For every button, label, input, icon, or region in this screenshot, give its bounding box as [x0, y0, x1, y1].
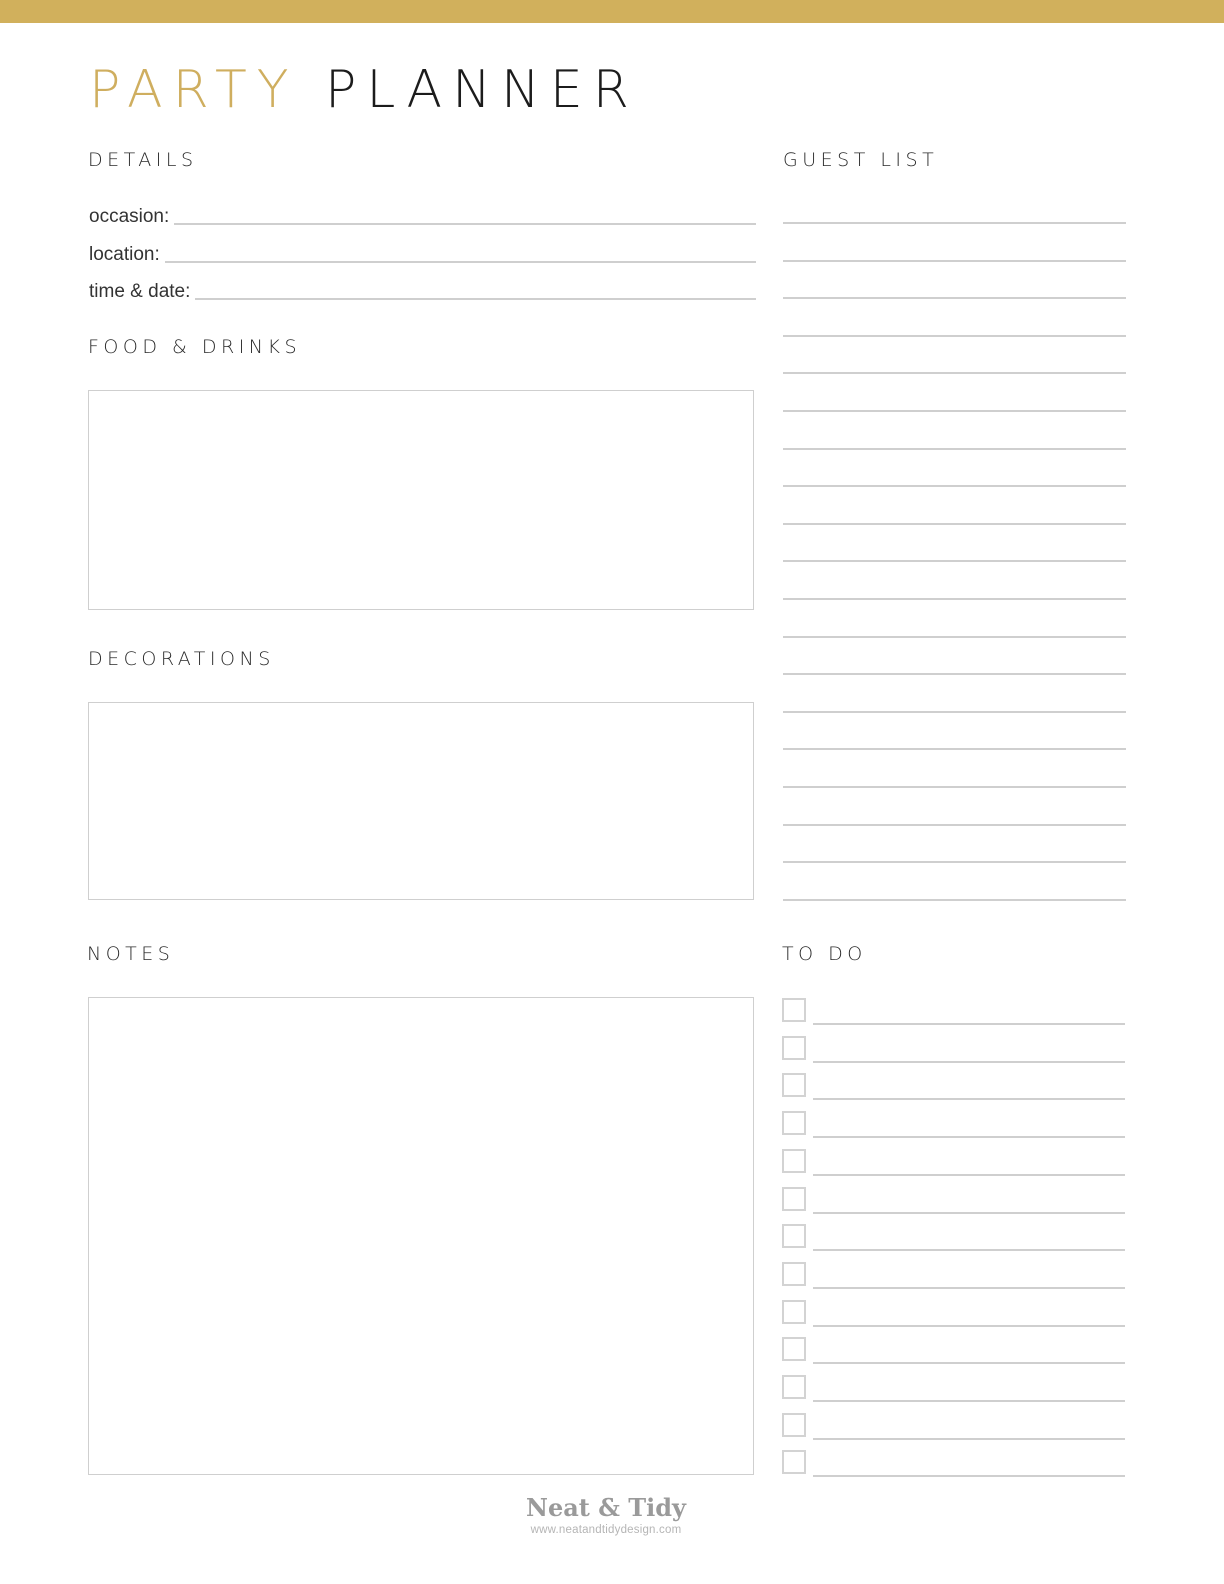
- todo-item: [782, 1412, 1125, 1440]
- todo-checkbox[interactable]: [782, 998, 806, 1022]
- todo-line[interactable]: [813, 1023, 1125, 1025]
- todo-line[interactable]: [813, 1136, 1125, 1139]
- todo-line[interactable]: [813, 1362, 1125, 1365]
- location-field[interactable]: location:: [89, 240, 756, 266]
- time-date-input-line[interactable]: [195, 298, 756, 300]
- todo-item: [782, 1073, 1125, 1101]
- todo-line[interactable]: [813, 1098, 1125, 1101]
- guest-line[interactable]: [783, 635, 1126, 638]
- title-planner: PLANNER: [325, 60, 639, 120]
- todo-checkbox[interactable]: [782, 1186, 806, 1211]
- todo-line[interactable]: [813, 1286, 1125, 1289]
- food-drinks-heading: FOOD & DRINKS: [88, 336, 302, 358]
- guest-line[interactable]: [783, 297, 1126, 300]
- todo-checkbox[interactable]: [782, 1111, 806, 1136]
- guest-list-heading: GUEST LIST: [783, 149, 939, 171]
- guest-line[interactable]: [783, 485, 1126, 488]
- location-input-line[interactable]: [164, 261, 756, 263]
- todo-checkbox[interactable]: [782, 1148, 806, 1173]
- title-party: PARTY: [89, 60, 299, 120]
- guest-line[interactable]: [783, 447, 1126, 450]
- todo-checkbox[interactable]: [782, 1375, 806, 1399]
- todo-item: [782, 1035, 1125, 1063]
- guest-line[interactable]: [783, 861, 1126, 864]
- brand-url[interactable]: www.neatandtidydesign.com: [0, 1524, 1212, 1536]
- todo-item: [782, 1261, 1125, 1289]
- guest-line[interactable]: [783, 598, 1126, 600]
- todo-item: [782, 998, 1125, 1025]
- occasion-field[interactable]: occasion:: [89, 202, 756, 228]
- todo-checkbox[interactable]: [782, 1035, 806, 1060]
- todo-line[interactable]: [813, 1437, 1125, 1440]
- todo-checkbox[interactable]: [782, 1450, 806, 1475]
- guest-line[interactable]: [783, 673, 1126, 676]
- guest-line[interactable]: [783, 786, 1126, 788]
- guest-line[interactable]: [783, 372, 1126, 375]
- guest-line[interactable]: [783, 710, 1126, 713]
- time-date-field[interactable]: time & date:: [89, 277, 756, 303]
- guest-line[interactable]: [783, 410, 1126, 412]
- todo-line[interactable]: [813, 1173, 1125, 1176]
- occasion-label: occasion:: [89, 206, 170, 227]
- details-heading: DETAILS: [88, 149, 198, 171]
- guest-line[interactable]: [783, 898, 1126, 901]
- guest-line[interactable]: [783, 259, 1126, 262]
- time-date-label: time & date:: [89, 281, 191, 302]
- todo-line[interactable]: [813, 1249, 1125, 1252]
- todo-item: [782, 1111, 1125, 1139]
- guest-line[interactable]: [783, 222, 1126, 224]
- todo-item: [782, 1148, 1125, 1176]
- todo-checkbox[interactable]: [782, 1412, 806, 1437]
- todo-checkbox[interactable]: [782, 1337, 806, 1362]
- todo-line[interactable]: [813, 1060, 1125, 1063]
- top-accent-bar: [0, 0, 1224, 23]
- food-drinks-box[interactable]: [88, 390, 754, 610]
- todo-checkbox[interactable]: [782, 1224, 806, 1249]
- decorations-box[interactable]: [88, 702, 754, 900]
- todo-item: [782, 1224, 1125, 1252]
- guest-line[interactable]: [783, 823, 1126, 826]
- todo-line[interactable]: [813, 1324, 1125, 1327]
- decorations-heading: DECORATIONS: [88, 648, 275, 670]
- page-title: PARTY PLANNER: [89, 58, 639, 122]
- todo-checkbox[interactable]: [782, 1299, 806, 1324]
- todo-item: [782, 1337, 1125, 1365]
- todo-item: [782, 1299, 1125, 1327]
- todo-item: [782, 1450, 1125, 1478]
- todo-checkbox[interactable]: [782, 1261, 806, 1286]
- todo-line[interactable]: [813, 1475, 1125, 1478]
- location-label: location:: [89, 244, 160, 265]
- notes-box[interactable]: [88, 997, 754, 1475]
- todo-line[interactable]: [813, 1211, 1125, 1214]
- notes-heading: NOTES: [87, 943, 175, 965]
- todo-line[interactable]: [813, 1400, 1125, 1402]
- guest-line[interactable]: [783, 748, 1126, 751]
- occasion-input-line[interactable]: [174, 223, 756, 225]
- guest-line[interactable]: [783, 560, 1126, 563]
- guest-line[interactable]: [783, 522, 1126, 525]
- todo-item: [782, 1186, 1125, 1214]
- todo-checkbox[interactable]: [782, 1073, 806, 1098]
- guest-line[interactable]: [783, 334, 1126, 337]
- todo-heading: TO DO: [782, 943, 867, 965]
- todo-item: [782, 1375, 1125, 1402]
- brand-logo: Neat & Tidy: [526, 1493, 686, 1522]
